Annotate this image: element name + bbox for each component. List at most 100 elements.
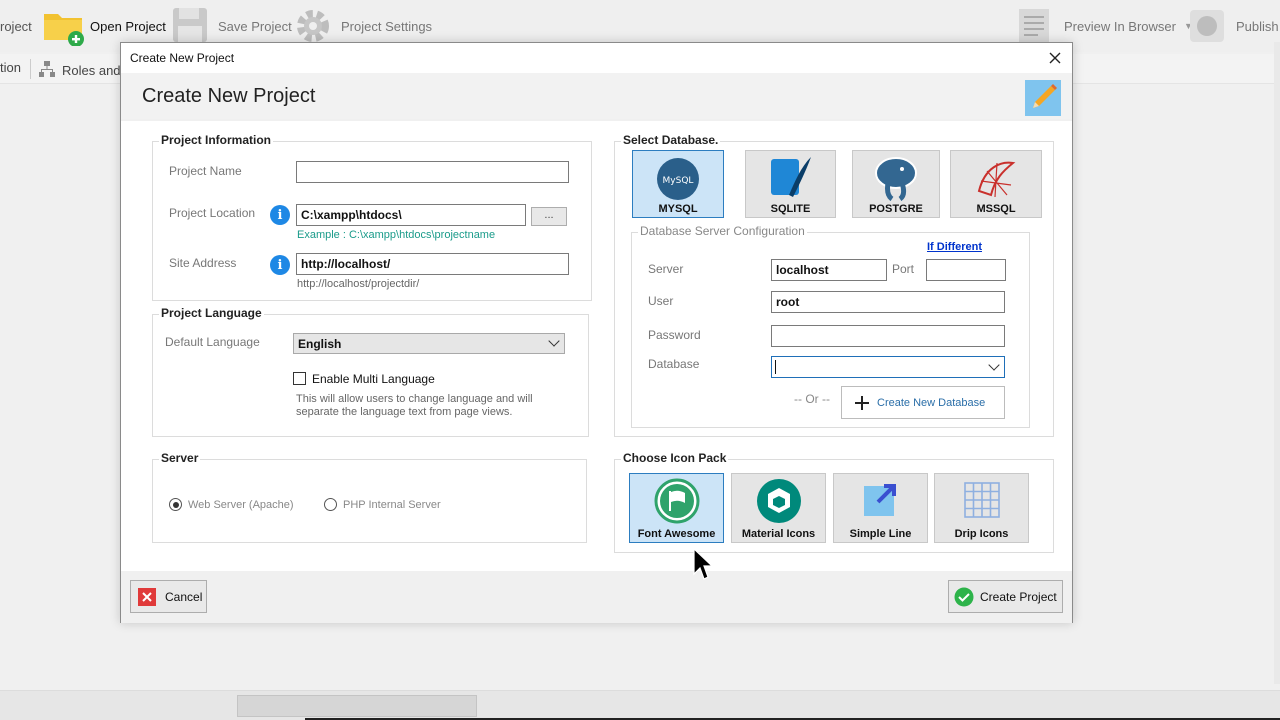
default-language-select[interactable]: English	[293, 333, 565, 354]
multi-language-hint-line-1: This will allow users to change language…	[296, 393, 533, 405]
project-location-label: Project Location	[169, 206, 256, 220]
publish-button[interactable]: Publish	[1188, 6, 1279, 46]
close-icon	[1049, 52, 1061, 64]
web-server-apache-label: Web Server (Apache)	[188, 499, 294, 511]
browse-button[interactable]: ...	[531, 207, 567, 226]
project-location-input[interactable]: C:\xampp\htdocs\	[296, 204, 526, 226]
server-input[interactable]: localhost	[771, 259, 887, 281]
subbar-item-roles[interactable]: Roles and P	[38, 60, 133, 81]
svg-text:MySQL: MySQL	[663, 176, 694, 186]
sqlite-icon	[769, 155, 813, 204]
project-language-title: Project Language	[159, 306, 264, 320]
open-project-button[interactable]: Open Project	[42, 6, 166, 47]
preview-in-browser-button[interactable]: Preview In Browser ▼	[1016, 6, 1193, 46]
pencil-icon	[1025, 80, 1061, 116]
database-label: Database	[648, 357, 700, 371]
open-project-label: Open Project	[90, 18, 166, 34]
icon-pack-tile-material-icons[interactable]: Material Icons	[731, 473, 826, 543]
globe-icon	[1188, 6, 1228, 46]
port-input[interactable]	[926, 259, 1006, 281]
create-new-database-label: Create New Database	[877, 396, 986, 409]
multi-language-hint-line-2: separate the language text from page vie…	[296, 406, 513, 418]
arrow-up-right-icon	[858, 478, 904, 527]
create-project-label: Create Project	[980, 589, 1057, 604]
dialog-titlebar: Create New Project	[121, 43, 1072, 73]
save-icon	[170, 6, 210, 46]
mysql-icon: MySQL	[655, 157, 701, 204]
gear-icon	[293, 6, 333, 46]
radio-web-server-apache[interactable]	[169, 498, 182, 511]
enable-multi-language-label: Enable Multi Language	[312, 372, 435, 386]
material-icons-icon	[756, 478, 802, 527]
db-tile-postgre[interactable]: POSTGRE	[852, 150, 940, 218]
port-label: Port	[892, 262, 915, 276]
text-caret	[775, 360, 776, 374]
project-name-label: Project Name	[169, 164, 242, 178]
icon-pack-label: Simple Line	[849, 528, 912, 540]
project-settings-label: Project Settings	[341, 18, 433, 34]
publish-label: Publish	[1236, 18, 1279, 34]
create-project-button[interactable]: Create Project	[948, 580, 1063, 613]
create-project-dialog: Create New Project Create New Project Pr…	[120, 42, 1073, 623]
dialog-header-title: Create New Project	[142, 85, 316, 107]
db-server-config-title: Database Server Configuration	[638, 224, 807, 238]
site-address-input[interactable]: http://localhost/	[296, 253, 569, 275]
user-input[interactable]: root	[771, 291, 1005, 313]
close-button[interactable]	[1042, 46, 1068, 70]
default-language-label: Default Language	[165, 335, 260, 349]
subbar-divider	[30, 59, 31, 79]
location-hint: Example : C:\xampp\htdocs\projectname	[297, 229, 496, 241]
db-tile-sqlite[interactable]: SQLITE	[745, 150, 836, 218]
info-icon[interactable]: i	[270, 205, 290, 225]
or-separator: -- Or --	[794, 392, 830, 406]
create-new-database-button[interactable]: Create New Database	[841, 386, 1005, 419]
database-combobox[interactable]	[771, 356, 1005, 378]
radio-php-internal-server[interactable]	[324, 498, 337, 511]
cancel-label: Cancel	[165, 589, 203, 604]
select-database-title: Select Database.	[621, 133, 721, 147]
site-address-hint: http://localhost/projectdir/	[297, 278, 420, 290]
icon-pack-tile-simple-line[interactable]: Simple Line	[833, 473, 928, 543]
app-scrollbar[interactable]	[1274, 42, 1280, 684]
save-project-label: Save Project	[218, 18, 292, 34]
plus-icon	[855, 395, 869, 410]
chevron-down-icon	[988, 359, 1000, 371]
mssql-icon	[973, 155, 1019, 204]
server-label: Server	[648, 262, 684, 276]
db-tile-label: MYSQL	[658, 203, 698, 215]
cancel-x-icon	[138, 587, 156, 606]
new-project-label: roject	[0, 18, 32, 34]
info-icon[interactable]: i	[270, 255, 290, 275]
enable-multi-language-checkbox[interactable]	[293, 372, 306, 385]
chevron-down-icon	[548, 335, 560, 347]
icon-pack-label: Font Awesome	[637, 528, 716, 540]
password-label: Password	[648, 328, 701, 342]
dialog-window-title: Create New Project	[130, 51, 235, 65]
dialog-footer	[121, 571, 1072, 623]
password-input[interactable]	[771, 325, 1005, 347]
postgresql-elephant-icon	[872, 155, 920, 204]
subbar-item-left[interactable]: tion	[0, 60, 21, 75]
icon-pack-label: Drip Icons	[954, 528, 1009, 540]
document-list-icon	[1016, 6, 1056, 46]
project-settings-button[interactable]: Project Settings	[293, 6, 432, 46]
server-title: Server	[159, 451, 201, 465]
project-information-title: Project Information	[159, 133, 274, 147]
db-tile-mysql[interactable]: MySQL MYSQL	[632, 150, 724, 218]
cancel-button[interactable]: Cancel	[130, 580, 207, 613]
dialog-header: Create New Project	[121, 73, 1072, 119]
php-internal-server-label: PHP Internal Server	[343, 499, 441, 511]
icon-pack-tile-drip-icons[interactable]: Drip Icons	[934, 473, 1029, 543]
if-different-link[interactable]: If Different	[927, 241, 982, 253]
subbar-left-label: tion	[0, 60, 21, 75]
site-address-label: Site Address	[169, 256, 237, 270]
db-tile-mssql[interactable]: MSSQL	[950, 150, 1042, 218]
icon-pack-title: Choose Icon Pack	[621, 451, 729, 465]
icon-pack-tile-font-awesome[interactable]: Font Awesome	[629, 473, 724, 543]
save-project-button[interactable]: Save Project	[170, 6, 292, 46]
hierarchy-icon	[38, 60, 56, 81]
horizontal-scroll-track[interactable]	[237, 695, 477, 717]
new-project-button[interactable]: roject	[0, 6, 32, 46]
folder-add-icon	[42, 6, 84, 47]
project-name-input[interactable]	[296, 161, 569, 183]
